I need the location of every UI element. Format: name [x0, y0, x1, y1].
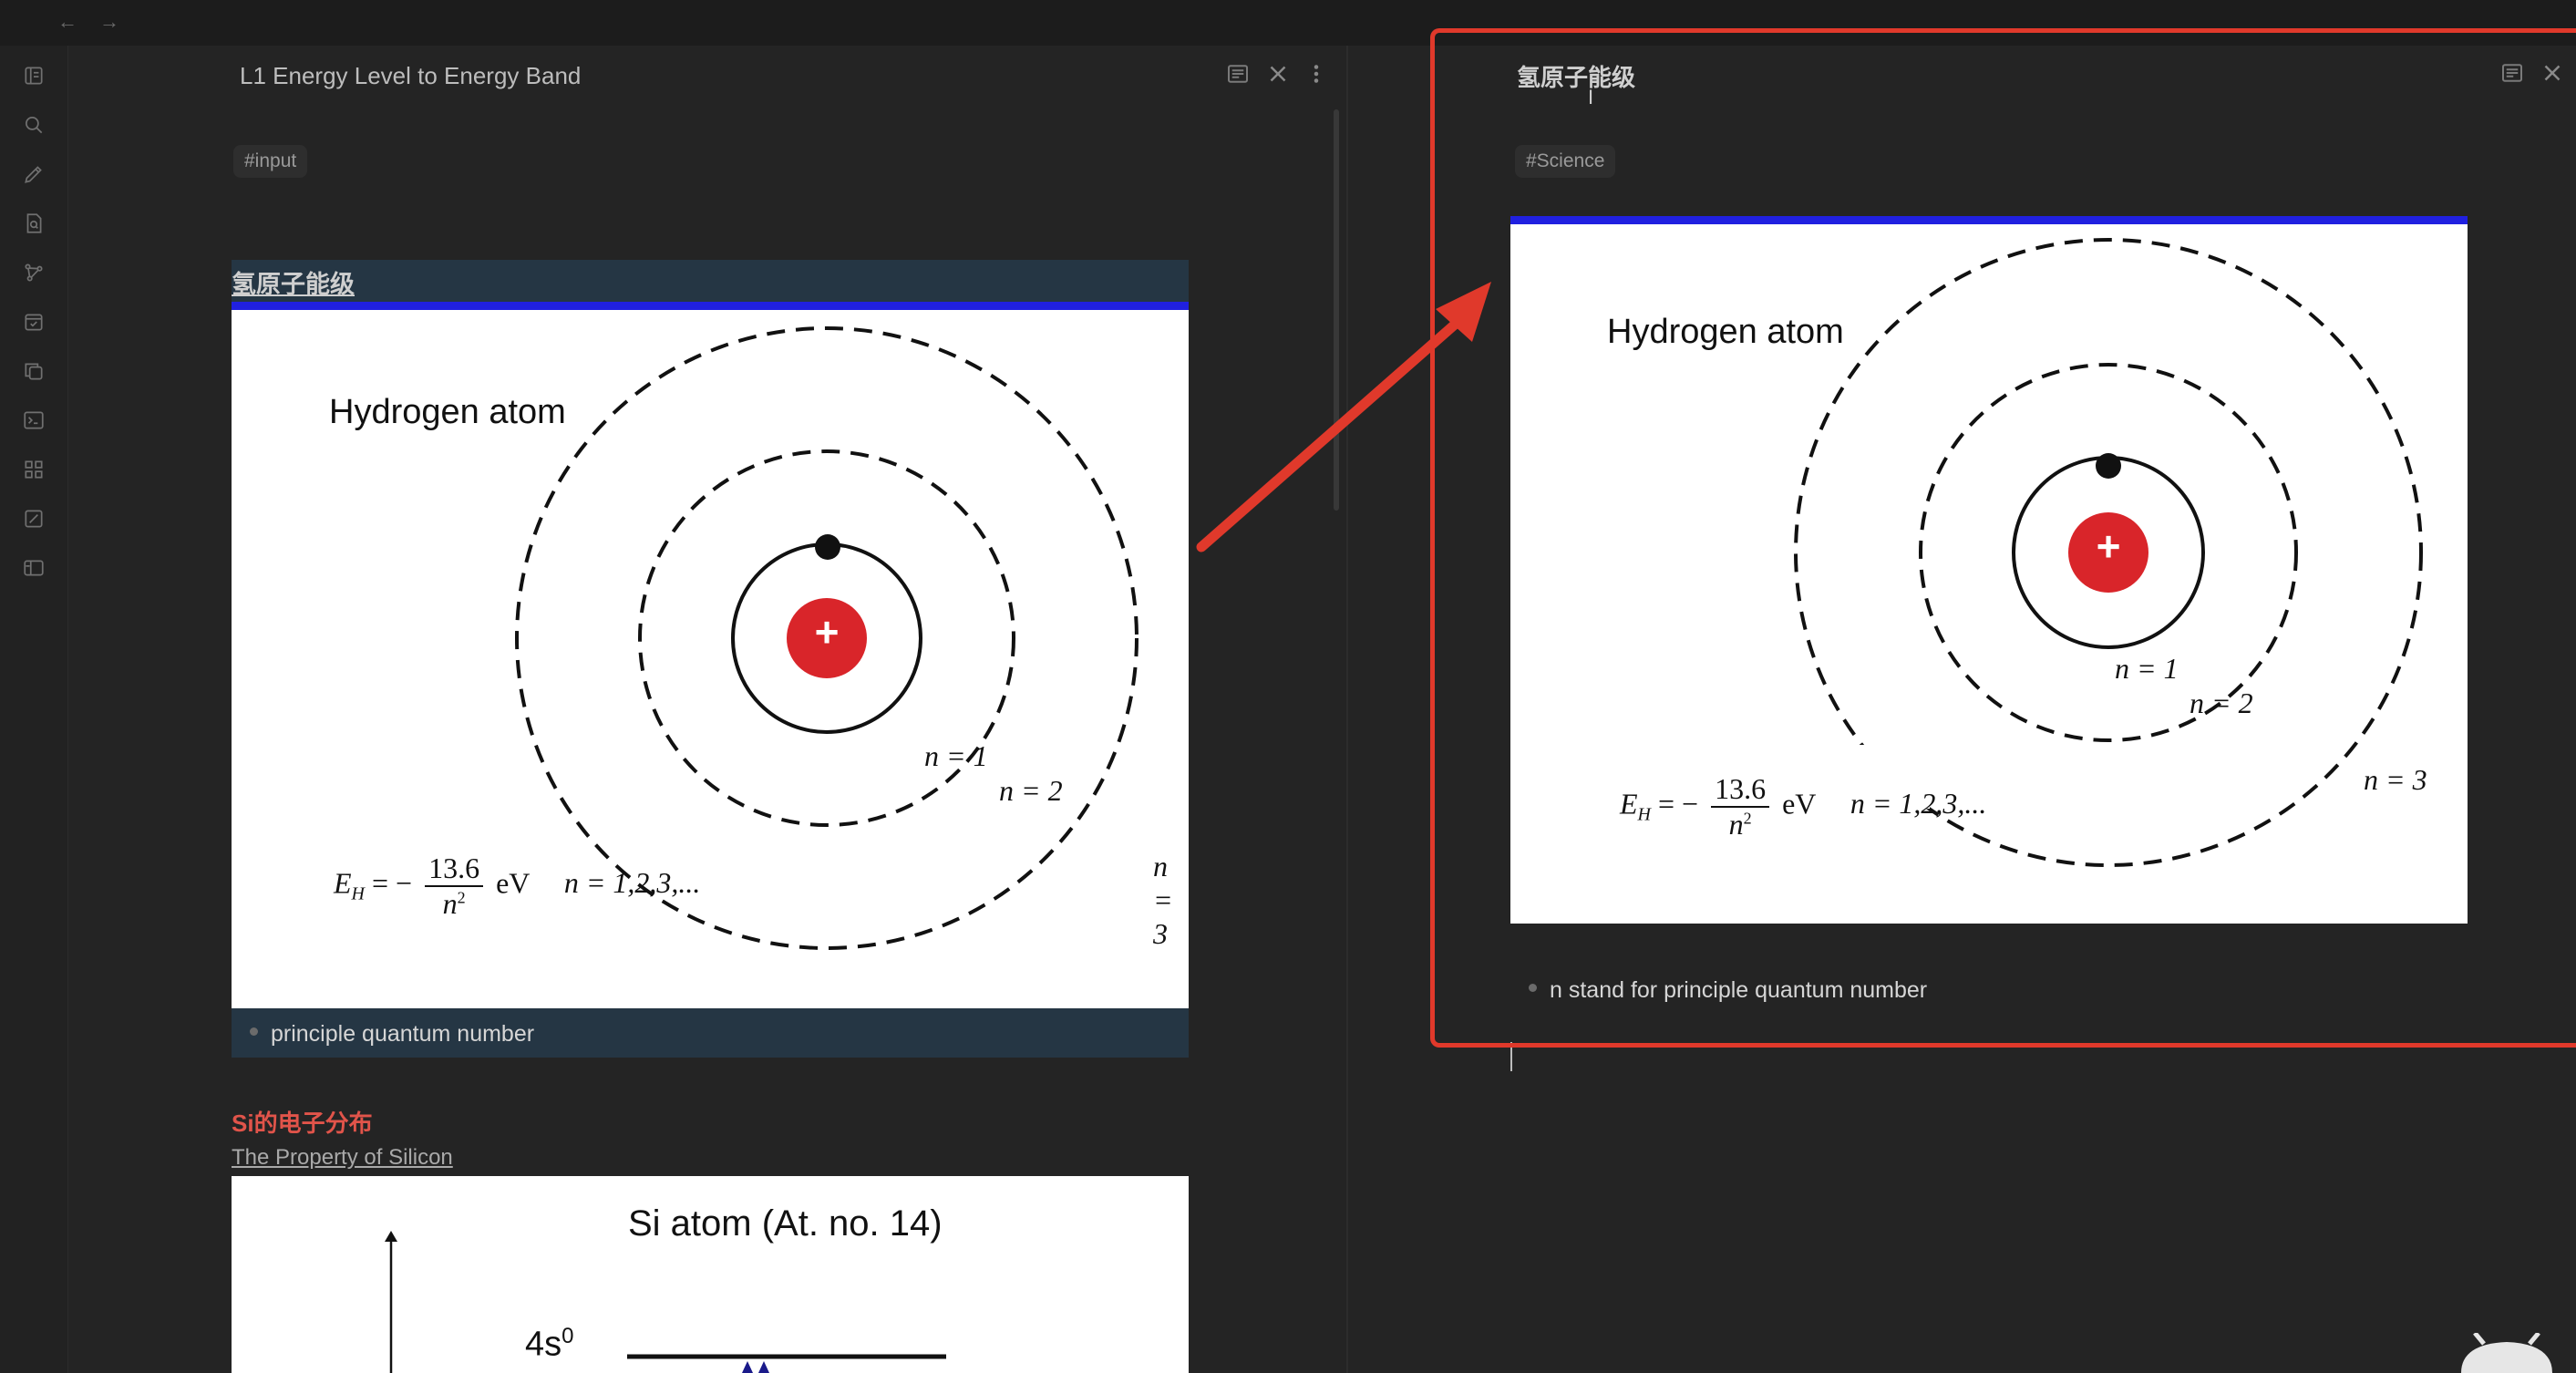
watermark-logo-icon [2461, 1333, 2552, 1373]
annotation-arrow [1196, 282, 1491, 552]
